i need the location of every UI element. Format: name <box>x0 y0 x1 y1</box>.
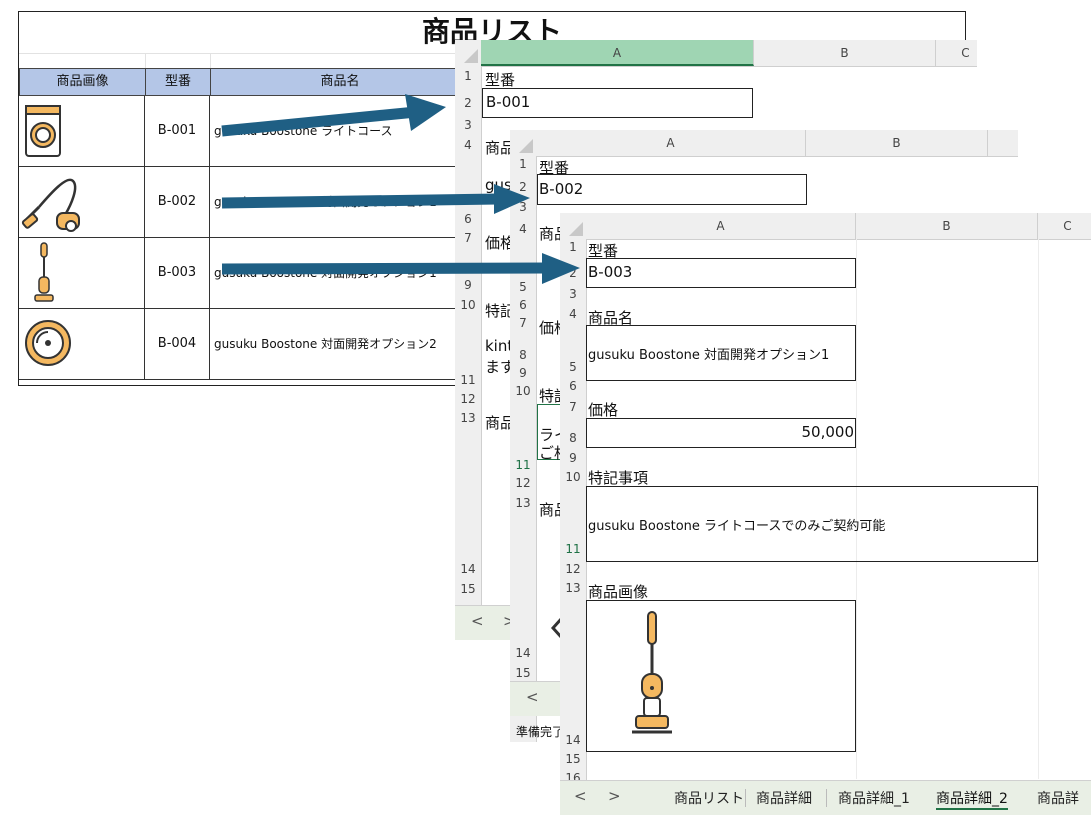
product-code: B-004 <box>145 309 210 379</box>
status-text: 準備完了 <box>516 725 565 739</box>
label-image: 商品画像 <box>588 583 649 601</box>
header-code: 型番 <box>145 68 211 96</box>
product-name: gusuku Boostone ライトコース <box>214 124 393 138</box>
label-price: 価格 <box>588 401 619 419</box>
column-header-b[interactable]: B <box>754 40 936 66</box>
washing-machine-icon <box>25 105 61 157</box>
column-header-b[interactable]: B <box>856 213 1038 239</box>
tab-product-detail-more[interactable]: 商品詳 <box>1037 788 1079 808</box>
column-header-a[interactable]: A <box>481 40 754 66</box>
product-code: B-001 <box>145 96 210 166</box>
canister-vacuum-icon <box>21 178 80 232</box>
label-notes: 特記事項 <box>588 469 649 487</box>
sheet-tab-bar: < > 商品リスト 商品詳細 商品詳細_1 商品詳細_2 商品詳 <box>560 780 1091 815</box>
notes-value: gusuku Boostone ライトコースでのみご契約可能 <box>588 519 886 534</box>
name-value: gusuku Boostone 対面開発オプション1 <box>588 348 830 363</box>
image-cell[interactable] <box>586 600 856 752</box>
nav-next-icon[interactable]: > <box>608 787 621 805</box>
header-name: 商品名 <box>210 68 470 96</box>
robot-vacuum-icon <box>25 320 71 366</box>
stick-vacuum-icon <box>34 242 54 302</box>
nav-prev-icon[interactable]: < <box>471 612 484 630</box>
nav-prev-icon[interactable]: < <box>574 787 587 805</box>
tab-product-detail-1[interactable]: 商品詳細_1 <box>838 788 910 808</box>
column-header-c[interactable]: C <box>936 40 977 66</box>
header-image: 商品画像 <box>19 68 146 96</box>
product-name: gusuku Boostone 対面開発オプション1 <box>214 266 437 280</box>
tab-product-detail[interactable]: 商品詳細 <box>756 788 812 808</box>
column-header-b[interactable]: B <box>806 130 988 156</box>
stick-vacuum-icon <box>632 611 672 734</box>
column-header-c[interactable]: C <box>1038 213 1091 239</box>
product-name: gusuku Boostone 対面開発オプション1 <box>214 195 437 209</box>
product-name: gusuku Boostone 対面開発オプション2 <box>214 337 437 351</box>
sheet-window-b003: A B C 1 2 3 4 5 6 7 8 9 10 11 12 13 14 1… <box>560 213 1091 815</box>
column-header-a[interactable]: A <box>586 213 856 239</box>
tab-product-list[interactable]: 商品リスト <box>674 788 744 808</box>
product-code: B-002 <box>145 167 210 237</box>
product-code: B-003 <box>145 238 210 308</box>
column-header-a[interactable]: A <box>536 130 806 156</box>
nav-prev-icon[interactable]: < <box>526 688 539 706</box>
tab-product-detail-2[interactable]: 商品詳細_2 <box>936 788 1008 810</box>
price-value: 50,000 <box>801 423 855 441</box>
model-value: B-003 <box>588 263 633 281</box>
